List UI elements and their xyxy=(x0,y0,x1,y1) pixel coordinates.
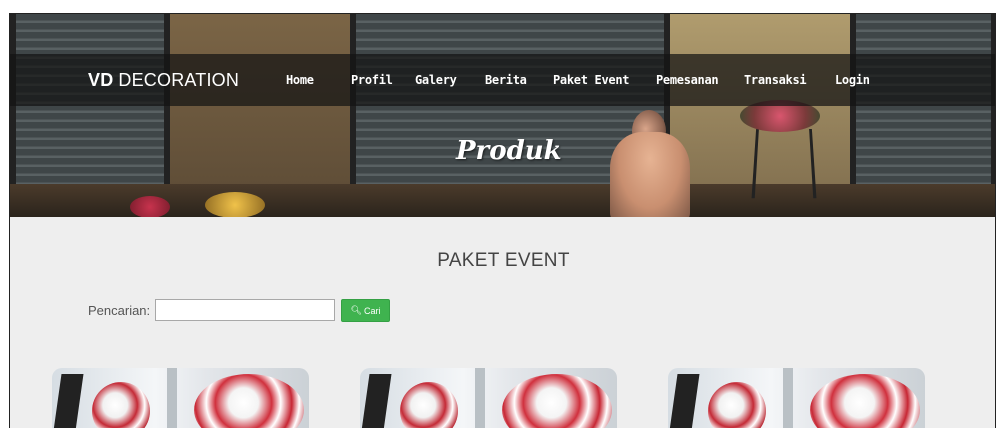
nav-transaksi[interactable]: Transaksi xyxy=(744,73,807,87)
product-card[interactable] xyxy=(668,368,925,428)
hero-planter xyxy=(751,128,817,199)
nav-login[interactable]: Login xyxy=(835,73,870,87)
hero-banner: VD DECORATION Home Profil Galery Berita P… xyxy=(10,14,995,217)
search-button-label: Cari xyxy=(363,305,381,316)
brand-bold-text: VD xyxy=(88,70,114,90)
hero-flowers-yellow xyxy=(205,192,265,217)
product-image-pillar xyxy=(167,368,177,428)
hero-flowers-left xyxy=(130,196,170,217)
product-image-pillar xyxy=(475,368,485,428)
search-input[interactable] xyxy=(155,299,335,321)
nav-pemesanan[interactable]: Pemesanan xyxy=(656,73,719,87)
nav-berita[interactable]: Berita xyxy=(485,73,527,87)
product-image-pillar xyxy=(783,368,793,428)
browser-viewport: VD DECORATION Home Profil Galery Berita P… xyxy=(9,13,996,428)
search-label: Pencarian: xyxy=(88,303,151,318)
search-icon: 🔍︎ xyxy=(350,305,362,315)
section-title: PAKET EVENT xyxy=(437,250,570,271)
brand-logo[interactable]: VD DECORATION xyxy=(88,70,239,91)
nav-home[interactable]: Home xyxy=(286,73,314,87)
nav-profil[interactable]: Profil xyxy=(351,73,393,87)
nav-galery[interactable]: Galery xyxy=(415,73,457,87)
hero-title: Produk xyxy=(456,136,562,166)
search-button[interactable]: 🔍︎ Cari xyxy=(341,299,390,322)
product-card[interactable] xyxy=(52,368,309,428)
product-card[interactable] xyxy=(360,368,617,428)
top-navbar: VD DECORATION Home Profil Galery Berita P… xyxy=(10,54,995,106)
brand-light-text: DECORATION xyxy=(118,70,240,90)
hero-model-figure xyxy=(610,132,690,217)
nav-paket-event[interactable]: Paket Event xyxy=(553,73,629,87)
